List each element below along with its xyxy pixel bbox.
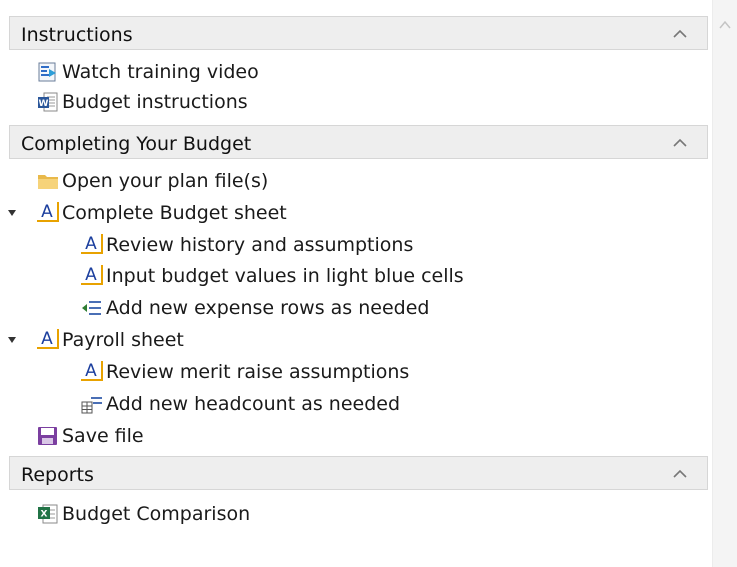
insert-table-icon (81, 397, 102, 414)
word-document-icon: W (38, 92, 58, 112)
sheet-a-icon: A (81, 361, 103, 381)
scroll-up-arrow-icon[interactable] (717, 18, 733, 32)
folder-icon (38, 175, 58, 189)
chevron-up-icon[interactable] (673, 469, 687, 478)
task-label: Open your plan file(s) (62, 170, 269, 192)
chevron-up-icon[interactable] (673, 29, 687, 38)
vertical-scrollbar[interactable] (712, 0, 737, 567)
sheet-a-icon: A (37, 202, 59, 222)
section-title: Instructions (21, 24, 133, 46)
task-label: Add new headcount as needed (106, 393, 401, 415)
task-label: Watch training video (62, 61, 259, 83)
task-label: Save file (62, 425, 144, 447)
section-title: Reports (21, 464, 94, 486)
task-label: Budget instructions (62, 91, 248, 113)
sheet-a-icon: A (81, 265, 103, 285)
task-label: Complete Budget sheet (62, 202, 287, 224)
video-icon (38, 62, 56, 82)
insert-rows-icon (82, 301, 101, 315)
sheet-a-icon: A (81, 234, 103, 254)
svg-text:X: X (41, 510, 48, 520)
svg-text:W: W (39, 99, 49, 109)
task-label: Payroll sheet (62, 329, 184, 351)
task-label: Budget Comparison (62, 503, 251, 525)
section-header-completing-your-budget[interactable]: Completing Your Budget (9, 125, 708, 159)
section-header-reports[interactable]: Reports (9, 456, 708, 490)
expand-triangle-icon[interactable] (7, 208, 17, 218)
task-pane: Instructions Watch training video W Budg… (0, 0, 712, 567)
expand-triangle-icon[interactable] (7, 335, 17, 345)
task-label: Review history and assumptions (106, 234, 414, 256)
sheet-a-icon: A (37, 329, 59, 349)
save-icon (38, 427, 57, 445)
chevron-up-icon[interactable] (673, 138, 687, 147)
task-label: Add new expense rows as needed (106, 297, 430, 319)
section-title: Completing Your Budget (21, 133, 252, 155)
task-label: Review merit raise assumptions (106, 361, 410, 383)
section-header-instructions[interactable]: Instructions (9, 16, 708, 50)
task-label: Input budget values in light blue cells (106, 265, 464, 287)
excel-icon: X (38, 504, 58, 524)
